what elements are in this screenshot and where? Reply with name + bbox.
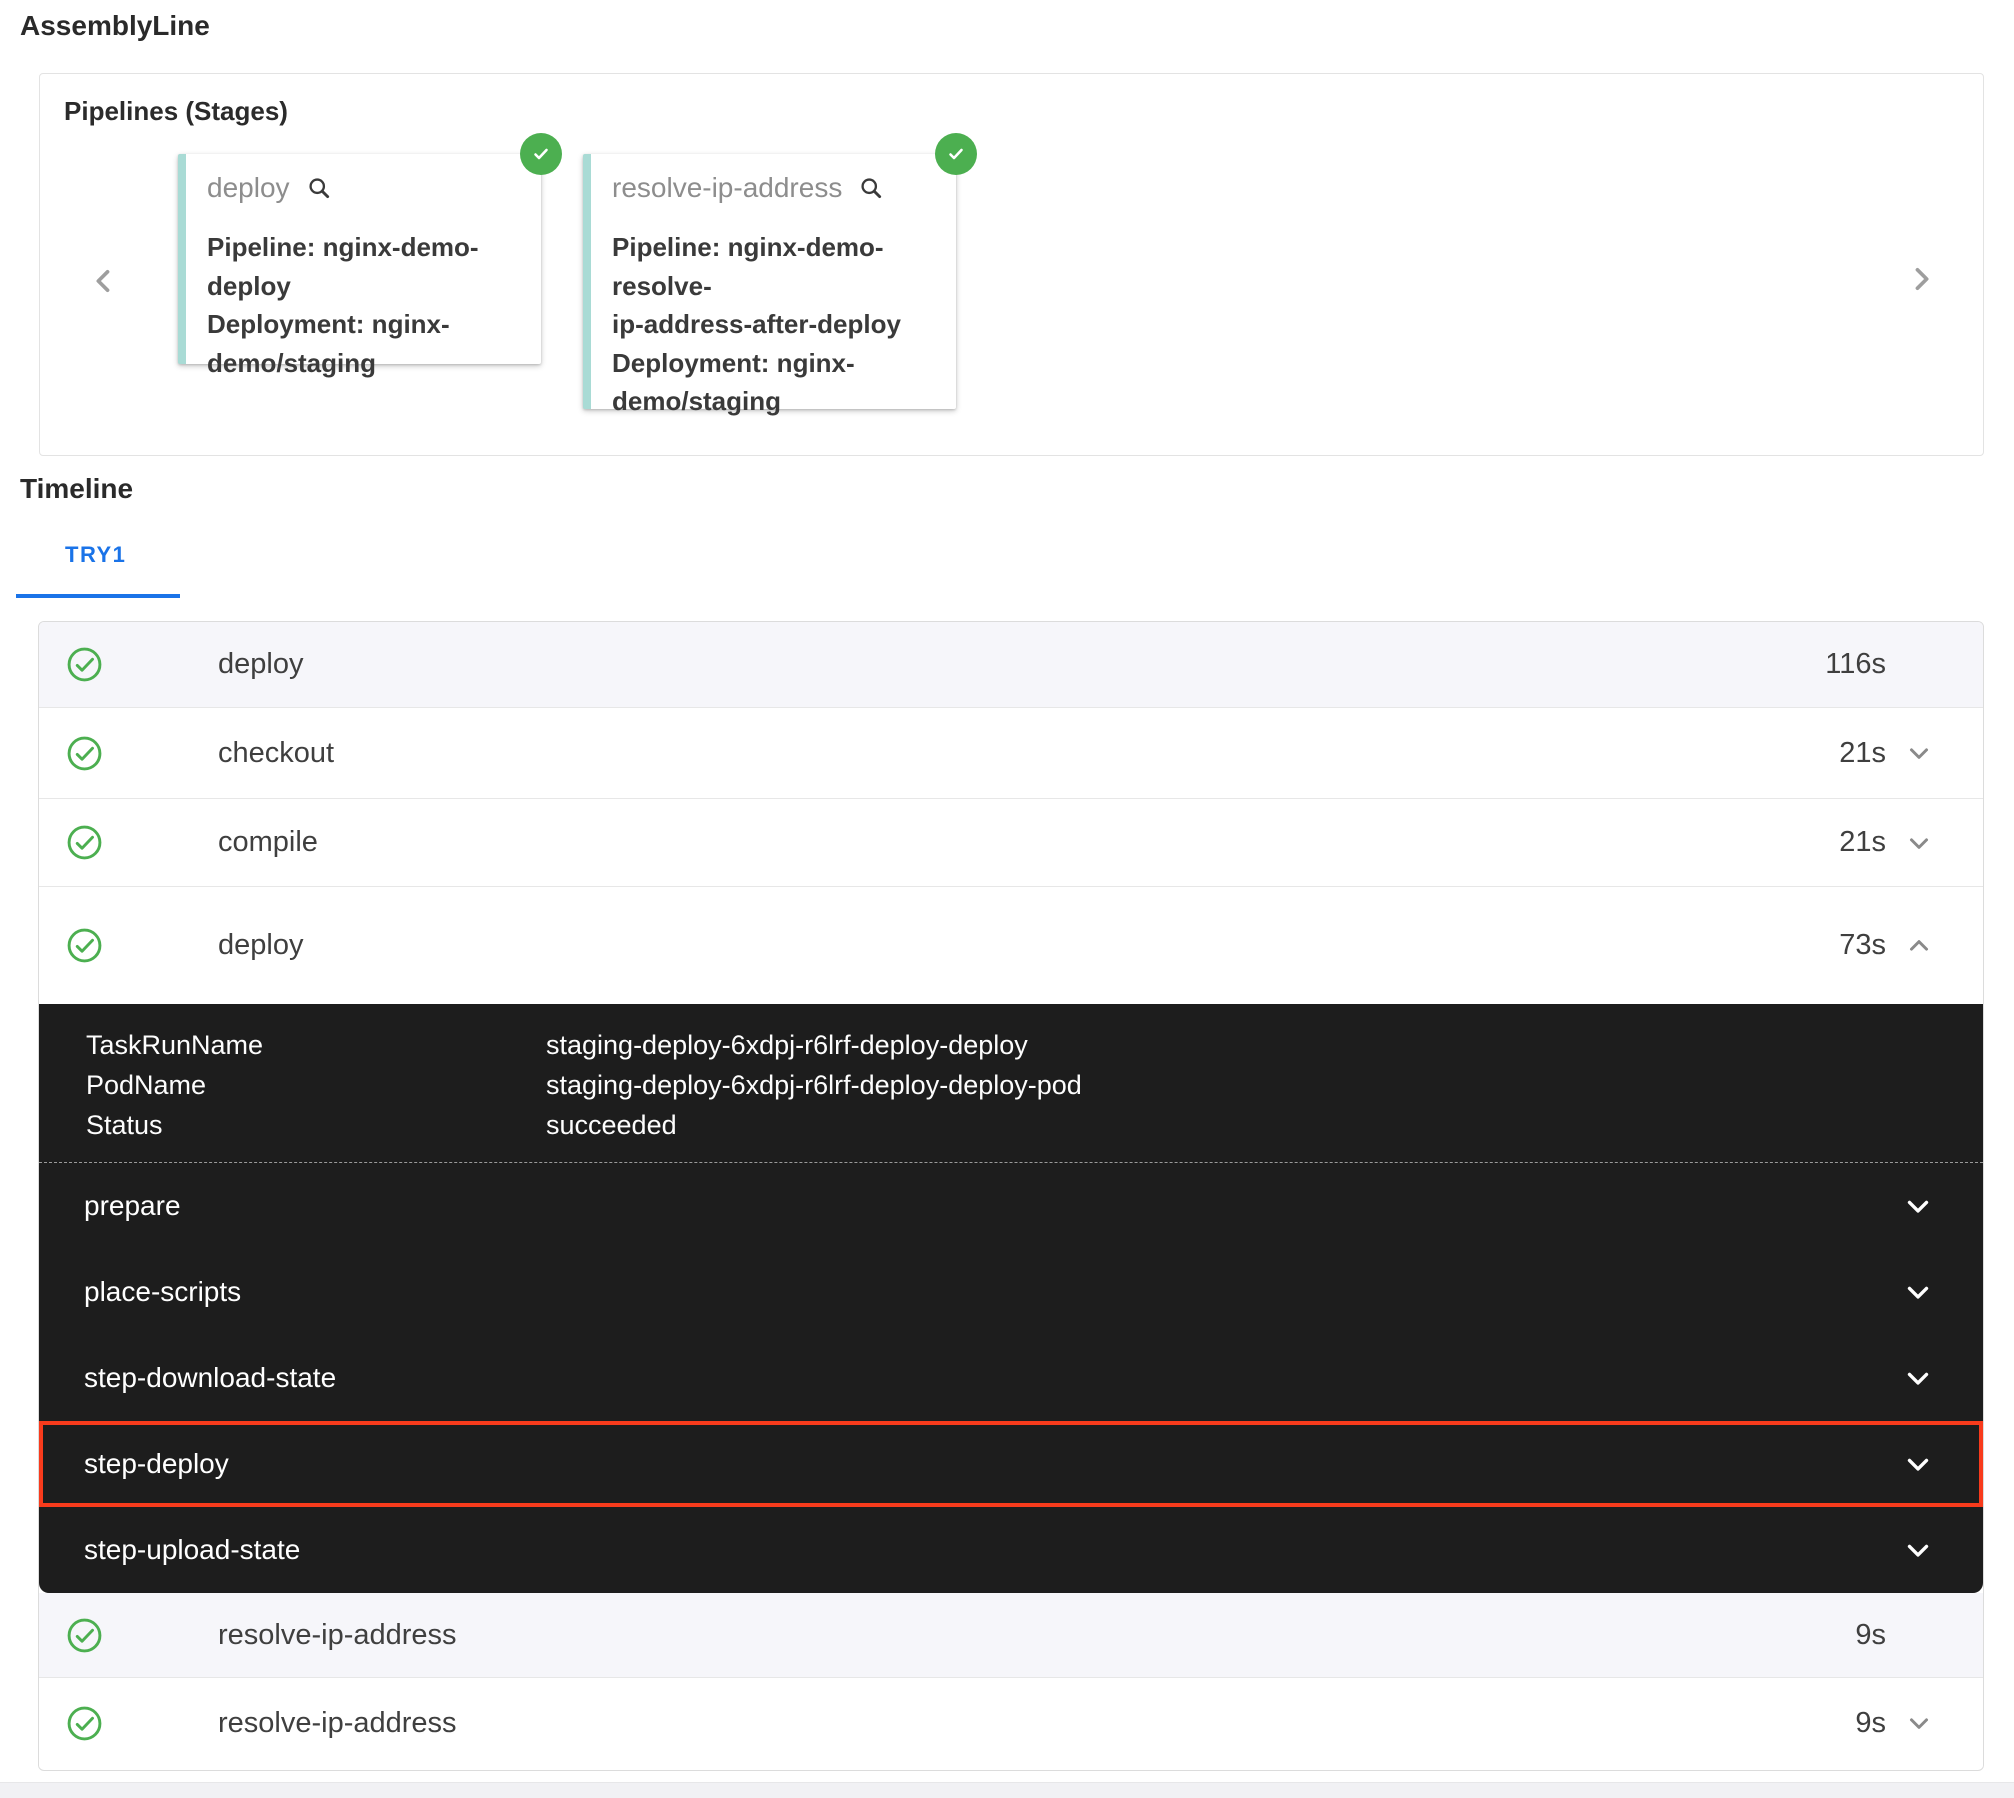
- row-duration: 116s: [1825, 648, 1886, 681]
- page-title: AssemblyLine: [20, 10, 210, 42]
- stages-panel-title: Pipelines (Stages): [64, 96, 288, 127]
- tab-active-underline: [16, 594, 180, 598]
- stage-card-line: demo/staging: [612, 382, 940, 421]
- carousel-next-button[interactable]: [1899, 257, 1943, 301]
- step-label: step-deploy: [84, 1448, 229, 1480]
- timeline-title: Timeline: [20, 473, 133, 505]
- step-label: place-scripts: [84, 1276, 241, 1308]
- chevron-down-icon[interactable]: [1902, 736, 1936, 770]
- assemblyline-page: AssemblyLine Pipelines (Stages) deploy: [0, 0, 2014, 1798]
- taskrun-details-panel: TaskRunName staging-deploy-6xdpj-r6lrf-d…: [39, 1004, 1983, 1593]
- field-label: PodName: [86, 1070, 546, 1101]
- search-icon[interactable]: [305, 174, 333, 202]
- step-label: prepare: [84, 1190, 181, 1222]
- chevron-right-icon: [1904, 262, 1938, 296]
- chevron-down-icon[interactable]: [1900, 1360, 1936, 1396]
- stage-card-line: Pipeline: nginx-demo-resolve-: [612, 228, 940, 305]
- row-duration: 9s: [1855, 1619, 1886, 1652]
- check-circle-icon: [66, 1705, 103, 1742]
- row-label: resolve-ip-address: [218, 1619, 457, 1652]
- tab-try1[interactable]: TRY1: [16, 530, 180, 598]
- row-duration: 21s: [1839, 826, 1886, 859]
- stage-card-deploy[interactable]: deploy Pipeline: nginx-demo-deploy Deplo…: [178, 154, 541, 364]
- carousel-prev-button[interactable]: [82, 259, 126, 303]
- taskrun-field: PodName staging-deploy-6xdpj-r6lrf-deplo…: [86, 1065, 1983, 1105]
- step-row-step-upload-state[interactable]: step-upload-state: [39, 1507, 1983, 1593]
- step-label: step-upload-state: [84, 1534, 300, 1566]
- pipelines-stages-panel: Pipelines (Stages) deploy Pipelin: [39, 73, 1984, 456]
- tab-try1-label: TRY1: [65, 542, 126, 568]
- timeline-list: deploy 116s checkout 21s compile: [38, 621, 1984, 1771]
- row-label: resolve-ip-address: [218, 1707, 457, 1740]
- row-duration: 9s: [1855, 1707, 1886, 1740]
- row-label: deploy: [218, 929, 303, 962]
- stage-card-title: deploy: [207, 172, 290, 204]
- taskrun-info: TaskRunName staging-deploy-6xdpj-r6lrf-d…: [39, 1004, 1983, 1163]
- stage-success-badge-icon: [935, 133, 977, 175]
- next-section-edge: [0, 1782, 2014, 1798]
- chevron-down-icon[interactable]: [1902, 1706, 1936, 1740]
- stage-card-line: Deployment: nginx-: [612, 344, 940, 383]
- chevron-down-icon[interactable]: [1900, 1274, 1936, 1310]
- field-value: succeeded: [546, 1110, 677, 1141]
- timeline-row-stage-deploy: deploy 116s: [39, 622, 1983, 708]
- chevron-down-icon[interactable]: [1900, 1446, 1936, 1482]
- row-duration: 73s: [1839, 929, 1886, 962]
- check-circle-icon: [66, 1617, 103, 1654]
- row-label: deploy: [218, 648, 303, 681]
- taskrun-field: TaskRunName staging-deploy-6xdpj-r6lrf-d…: [86, 1025, 1983, 1065]
- stage-success-badge-icon: [520, 133, 562, 175]
- chevron-down-icon[interactable]: [1900, 1188, 1936, 1224]
- field-value: staging-deploy-6xdpj-r6lrf-deploy-deploy…: [546, 1070, 1082, 1101]
- stage-card-line: demo/staging: [207, 344, 525, 383]
- check-circle-icon: [66, 927, 103, 964]
- check-circle-icon: [66, 735, 103, 772]
- step-row-place-scripts[interactable]: place-scripts: [39, 1249, 1983, 1335]
- step-row-prepare[interactable]: prepare: [39, 1163, 1983, 1249]
- timeline-row-stage-resolve-ip-address: resolve-ip-address 9s: [39, 1593, 1983, 1678]
- chevron-down-icon[interactable]: [1900, 1532, 1936, 1568]
- stage-card-line: ip-address-after-deploy: [612, 305, 940, 344]
- chevron-left-icon: [87, 264, 121, 298]
- check-circle-icon: [66, 646, 103, 683]
- step-label: step-download-state: [84, 1362, 336, 1394]
- timeline-row-deploy-expanded[interactable]: deploy 73s: [39, 887, 1983, 1004]
- stage-card-details: Pipeline: nginx-demo-resolve- ip-address…: [612, 228, 940, 421]
- taskrun-field: Status succeeded: [86, 1105, 1983, 1145]
- stage-card-title: resolve-ip-address: [612, 172, 842, 204]
- stage-card-line: Deployment: nginx-: [207, 305, 525, 344]
- check-circle-icon: [66, 824, 103, 861]
- stage-card-resolve-ip-address[interactable]: resolve-ip-address Pipeline: nginx-demo-…: [583, 154, 956, 409]
- step-row-step-download-state[interactable]: step-download-state: [39, 1335, 1983, 1421]
- chevron-down-icon[interactable]: [1902, 826, 1936, 860]
- field-label: TaskRunName: [86, 1030, 546, 1061]
- stage-card-details: Pipeline: nginx-demo-deploy Deployment: …: [207, 228, 525, 382]
- timeline-row-compile[interactable]: compile 21s: [39, 799, 1983, 887]
- field-label: Status: [86, 1110, 546, 1141]
- search-icon[interactable]: [857, 174, 885, 202]
- row-label: checkout: [218, 737, 334, 770]
- field-value: staging-deploy-6xdpj-r6lrf-deploy-deploy: [546, 1030, 1028, 1061]
- chevron-up-icon[interactable]: [1902, 929, 1936, 963]
- timeline-row-resolve-ip-address[interactable]: resolve-ip-address 9s: [39, 1678, 1983, 1768]
- stage-card-line: Pipeline: nginx-demo-deploy: [207, 228, 525, 305]
- step-row-step-deploy[interactable]: step-deploy: [39, 1421, 1983, 1507]
- timeline-row-checkout[interactable]: checkout 21s: [39, 708, 1983, 799]
- row-label: compile: [218, 826, 318, 859]
- row-duration: 21s: [1839, 737, 1886, 770]
